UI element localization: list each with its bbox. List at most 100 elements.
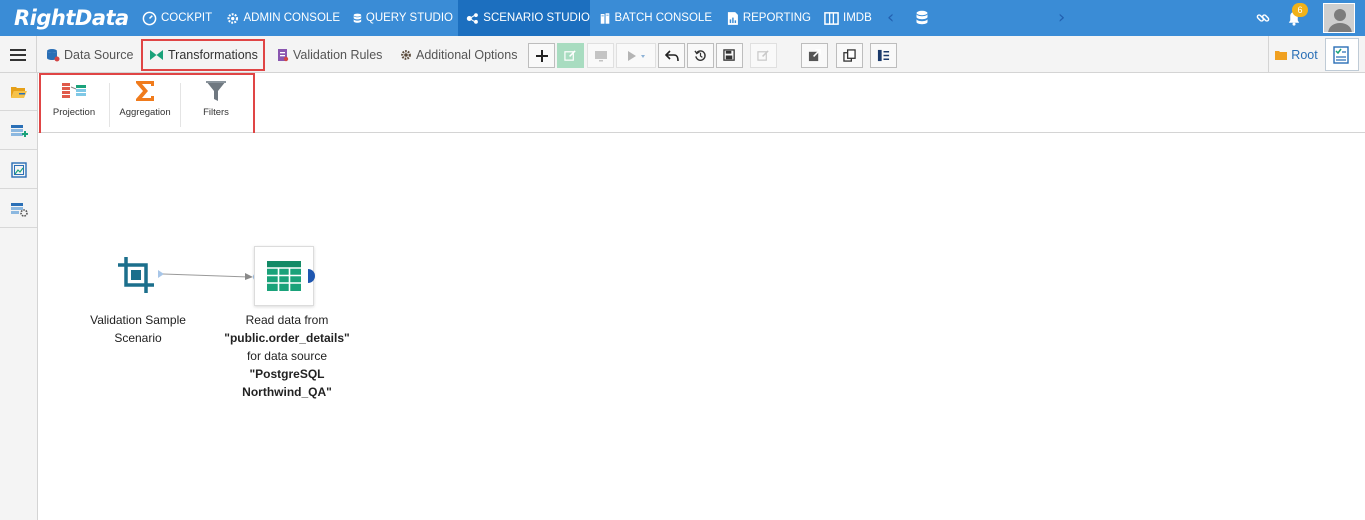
read-data-source-name-line2: Northwind_QA" xyxy=(242,385,332,399)
edit-disabled-button[interactable] xyxy=(750,43,777,68)
add-button[interactable] xyxy=(528,43,555,68)
read-data-node[interactable] xyxy=(254,246,314,306)
output-port-icon[interactable] xyxy=(308,268,318,284)
nav-cockpit-label: COCKPIT xyxy=(161,12,213,24)
export-icon xyxy=(808,49,821,62)
read-data-line1: Read data from xyxy=(245,313,329,327)
nav-scroll-right-icon[interactable]: › xyxy=(1058,9,1065,27)
monitor-icon xyxy=(594,50,607,61)
scenario-icon xyxy=(466,12,478,24)
run-button[interactable] xyxy=(616,43,656,68)
folder-open-icon xyxy=(10,86,27,98)
layout-button[interactable] xyxy=(870,43,897,68)
scenario-node-label-line2: Scenario xyxy=(114,331,162,345)
nav-scenario-studio[interactable]: SCENARIO STUDIO xyxy=(458,0,590,36)
top-navigation-bar: RightData COCKPIT ADMIN CONSOLE QUERY ST… xyxy=(0,0,1365,36)
nav-admin-console-label: ADMIN CONSOLE xyxy=(243,12,341,24)
nav-query-studio-label: QUERY STUDIO xyxy=(365,12,453,24)
tab-validation-rules[interactable]: Validation Rules xyxy=(277,36,382,73)
history-icon xyxy=(694,50,706,61)
imdb-icon xyxy=(824,11,839,25)
nav-batch-console[interactable]: BATCH CONSOLE xyxy=(600,0,712,36)
palette-aggregation[interactable]: Aggregation xyxy=(109,79,181,131)
report-icon xyxy=(727,11,738,25)
transformation-palette: Projection Aggregation Filters xyxy=(38,73,1365,135)
copy-button[interactable] xyxy=(836,43,863,68)
bowtie-icon xyxy=(150,49,163,60)
tab-validation-rules-label: Validation Rules xyxy=(293,47,383,62)
sidebar-table-settings-button[interactable] xyxy=(0,190,37,228)
save-icon xyxy=(723,49,735,61)
nav-reporting[interactable]: REPORTING xyxy=(727,0,811,36)
checklist-button[interactable] xyxy=(1325,38,1359,71)
edit-icon xyxy=(757,50,769,61)
nav-imdb[interactable]: IMDB xyxy=(824,0,874,36)
studio-toolbar: Data Source Transformations Validation R… xyxy=(0,36,1365,73)
gear-icon xyxy=(401,49,411,60)
nav-cockpit[interactable]: COCKPIT xyxy=(142,0,216,36)
tab-transformations[interactable]: Transformations xyxy=(149,36,258,73)
link-icon[interactable] xyxy=(1256,11,1270,30)
image-frame-icon xyxy=(10,161,27,178)
tab-data-source-label: Data Source xyxy=(64,47,134,62)
layout-icon xyxy=(877,49,890,62)
play-icon xyxy=(628,50,645,61)
edit-button[interactable] xyxy=(557,43,584,68)
palette-projection[interactable]: Projection xyxy=(38,79,110,131)
menu-toggle-button[interactable] xyxy=(0,36,37,73)
tab-data-source[interactable]: Data Source xyxy=(46,36,133,73)
undo-icon xyxy=(664,49,679,61)
app-logo[interactable]: RightData xyxy=(14,5,129,31)
root-label: Root xyxy=(1291,47,1318,62)
nav-batch-console-label: BATCH CONSOLE xyxy=(614,12,712,24)
projection-icon xyxy=(62,83,86,98)
tab-transformations-label: Transformations xyxy=(168,47,258,62)
database-icon xyxy=(47,48,60,61)
root-folder-button[interactable]: Root xyxy=(1268,36,1324,73)
table-settings-icon xyxy=(10,202,28,217)
edit-icon xyxy=(564,50,576,61)
nav-admin-console[interactable]: ADMIN CONSOLE xyxy=(226,0,340,36)
crop-frame-icon xyxy=(118,257,154,293)
undo-button[interactable] xyxy=(658,43,685,68)
sidebar-image-button[interactable] xyxy=(0,151,37,189)
history-button[interactable] xyxy=(687,43,714,68)
scenario-node[interactable] xyxy=(117,256,155,299)
scenario-node-label-line1: Validation Sample xyxy=(90,313,186,327)
save-button[interactable] xyxy=(716,43,743,68)
copy-icon xyxy=(843,49,856,62)
palette-aggregation-label: Aggregation xyxy=(119,107,171,118)
nav-database-stack-icon[interactable] xyxy=(914,10,930,31)
read-data-line3: for data source xyxy=(246,349,328,363)
plus-icon xyxy=(535,49,548,62)
folder-icon xyxy=(1275,50,1288,60)
checklist-icon xyxy=(1333,45,1349,64)
read-data-node-label: Read data from "public.order_details" fo… xyxy=(214,311,360,401)
palette-filters[interactable]: Filters xyxy=(180,79,252,131)
notification-badge: 6 xyxy=(1292,3,1308,17)
nav-imdb-label: IMDB xyxy=(843,12,872,24)
palette-filters-label: Filters xyxy=(203,107,229,118)
export-button[interactable] xyxy=(801,43,828,68)
sidebar-open-folder-button[interactable] xyxy=(0,73,37,111)
tab-additional-options[interactable]: Additional Options xyxy=(400,36,517,73)
left-sidebar xyxy=(0,73,38,520)
database-icon xyxy=(353,13,362,23)
batch-icon xyxy=(600,12,610,24)
nav-query-studio[interactable]: QUERY STUDIO xyxy=(353,0,453,36)
spreadsheet-icon xyxy=(267,261,301,291)
monitor-button[interactable] xyxy=(587,43,614,68)
node-connector xyxy=(158,270,261,281)
gear-icon xyxy=(227,12,239,24)
avatar[interactable] xyxy=(1323,3,1355,33)
gauge-icon xyxy=(142,11,157,25)
table-add-icon xyxy=(10,124,28,137)
nav-scroll-left-icon[interactable]: ‹ xyxy=(887,9,894,27)
sigma-icon xyxy=(136,81,154,101)
sidebar-add-table-button[interactable] xyxy=(0,112,37,150)
nav-reporting-label: REPORTING xyxy=(742,12,811,24)
tab-additional-options-label: Additional Options xyxy=(416,47,518,62)
read-data-source-name-line1: "PostgreSQL xyxy=(249,367,325,381)
hamburger-icon xyxy=(10,48,26,61)
read-data-table-name: "public.order_details" xyxy=(224,331,350,345)
